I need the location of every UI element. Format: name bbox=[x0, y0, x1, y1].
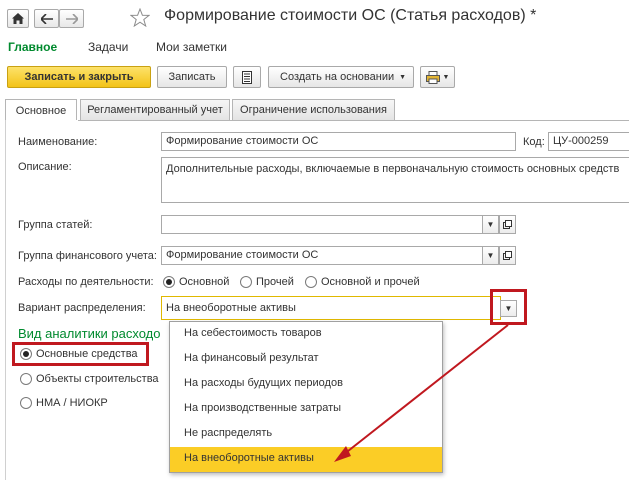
annotation-arrow bbox=[334, 324, 509, 462]
